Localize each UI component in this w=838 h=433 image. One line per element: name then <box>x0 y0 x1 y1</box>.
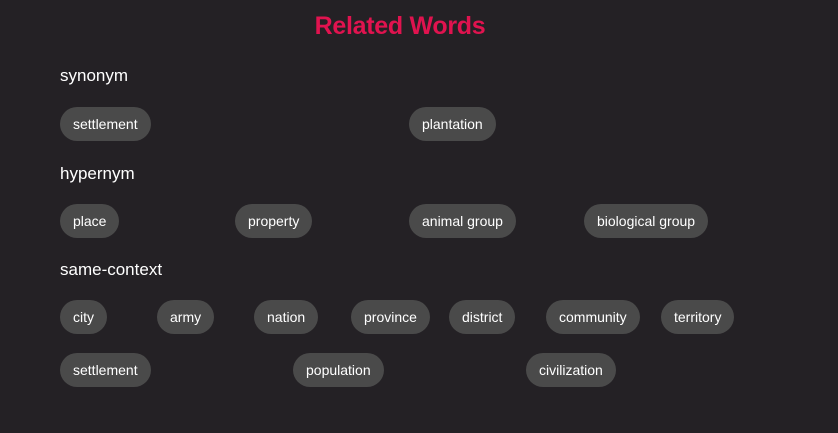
page-title: Related Words <box>314 12 486 40</box>
word-chip-nation[interactable]: nation <box>254 300 319 334</box>
word-chip-settlement[interactable]: settlement <box>60 107 151 141</box>
word-chip-community[interactable]: community <box>546 300 640 334</box>
word-chip-civilization[interactable]: civilization <box>526 353 616 387</box>
section-heading-synonym: synonym <box>60 66 129 85</box>
word-chip-animal-group[interactable]: animal group <box>409 204 516 238</box>
word-chip-plantation[interactable]: plantation <box>409 107 496 141</box>
word-chip-city[interactable]: city <box>60 300 107 334</box>
section-heading-hypernym: hypernym <box>60 164 135 183</box>
word-chip-population[interactable]: population <box>293 353 384 387</box>
word-chip-biological-group[interactable]: biological group <box>584 204 709 238</box>
word-chip-province[interactable]: province <box>351 300 430 334</box>
word-chip-place[interactable]: place <box>60 204 120 238</box>
word-chip-district[interactable]: district <box>449 300 516 334</box>
word-chip-army[interactable]: army <box>157 300 215 334</box>
word-chip-settlement-2[interactable]: settlement <box>60 353 151 387</box>
word-chip-property[interactable]: property <box>235 204 313 238</box>
section-heading-same-context: same-context <box>60 260 163 279</box>
word-chip-territory[interactable]: territory <box>661 300 735 334</box>
